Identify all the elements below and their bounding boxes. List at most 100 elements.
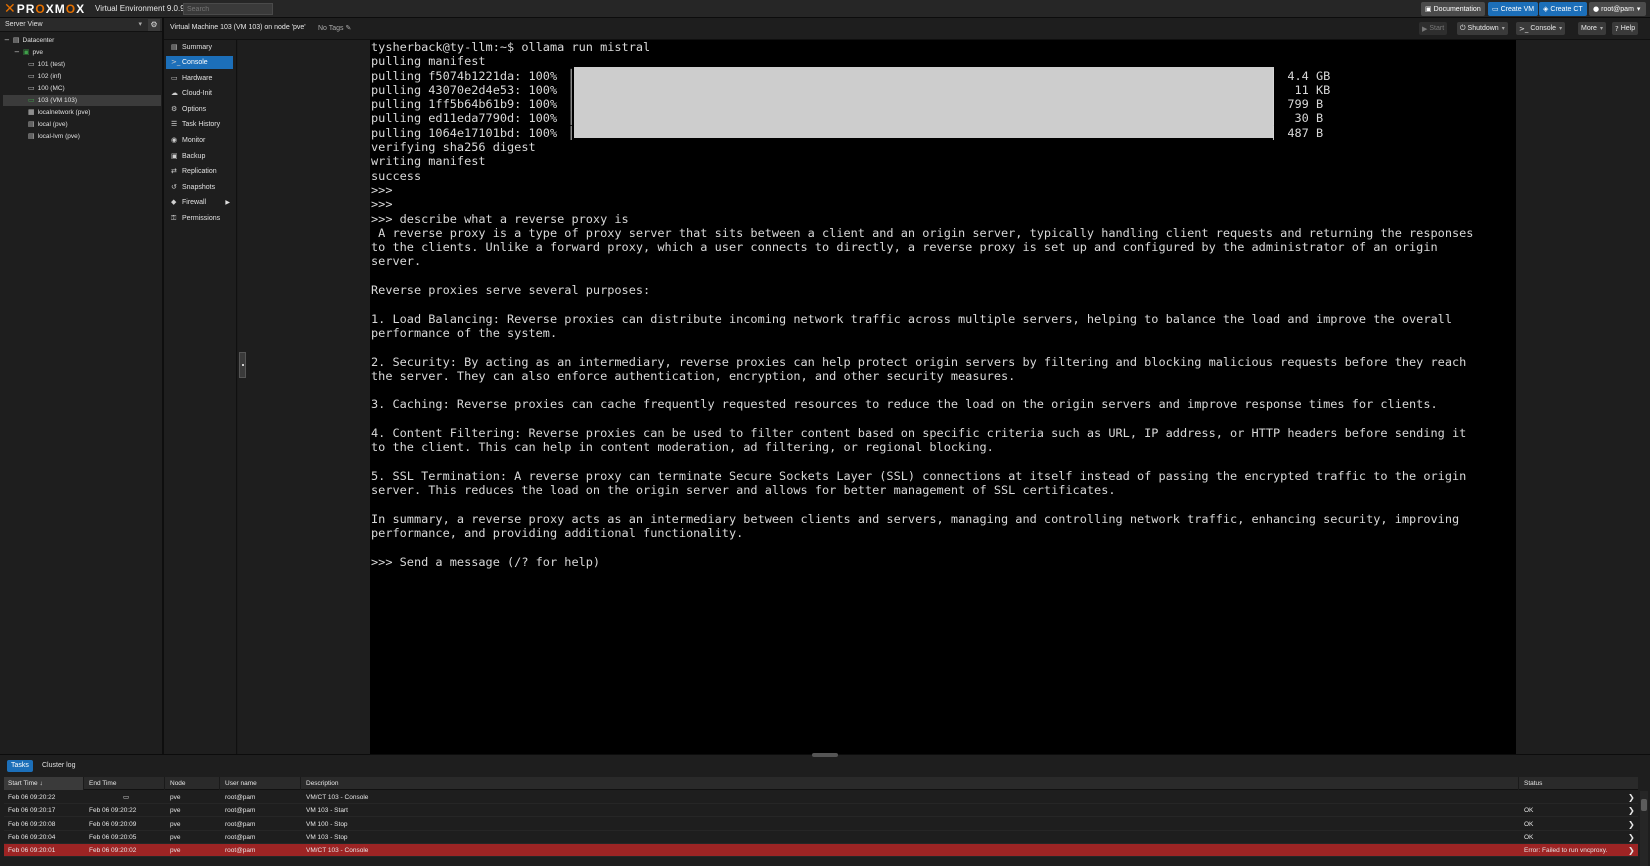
floppy-icon: ▣ xyxy=(171,152,178,160)
cell-desc: VM 103 - Start xyxy=(306,807,348,815)
menu-task-history[interactable]: ☰ Task History xyxy=(166,118,233,131)
tree-vm-101[interactable]: ▭ 101 (test) xyxy=(28,59,65,70)
proxmox-x-icon: ✕ xyxy=(4,1,16,17)
book-icon: ▣ xyxy=(1425,5,1432,13)
cell-end: Feb 06 09:20:09 xyxy=(89,820,137,828)
search-input[interactable] xyxy=(183,3,273,15)
eye-icon: ◉ xyxy=(171,136,178,144)
col-user-name[interactable]: User name xyxy=(221,777,301,790)
panel-resize-handle[interactable] xyxy=(812,753,838,757)
vm-icon: ▭ xyxy=(28,60,35,68)
gear-icon: ⚙ xyxy=(171,105,178,113)
table-row[interactable]: Feb 06 09:20:04 Feb 06 09:20:05 pve root@pa… xyxy=(4,831,1638,844)
book-icon: ▤ xyxy=(171,43,178,51)
tree-vm-102[interactable]: ▭ 102 (inf) xyxy=(28,71,61,82)
network-icon: ▦ xyxy=(28,108,35,116)
create-ct-button[interactable]: ◈ Create CT xyxy=(1539,2,1587,16)
terminal-output: tysherback@ty-llm:~$ ollama run mistral … xyxy=(371,40,1474,569)
help-button[interactable]: ? Help xyxy=(1612,22,1639,35)
tasks-scrollbar[interactable] xyxy=(1640,791,1648,866)
proxmox-logo[interactable]: ✕ PROXMOX xyxy=(4,2,85,16)
start-button[interactable]: ▶ Start xyxy=(1419,22,1448,35)
menu-firewall[interactable]: ◆ Firewall ▶ xyxy=(166,196,233,209)
tree-vm-103[interactable]: ▭ 103 (VM 103) xyxy=(3,95,161,106)
question-icon: ? xyxy=(1615,24,1619,33)
tab-cluster-log[interactable]: Cluster log xyxy=(38,760,79,772)
col-end-time[interactable]: End Time xyxy=(85,777,165,790)
view-selector[interactable]: Server View ▾ ⚙ xyxy=(0,18,162,32)
cloud-icon: ☁ xyxy=(171,89,178,97)
running-monitor-icon: ▭ xyxy=(123,793,130,801)
retweet-icon: ⇄ xyxy=(171,167,177,175)
cell-end: Feb 06 09:20:02 xyxy=(89,847,137,855)
tags-field[interactable]: No Tags ✎ xyxy=(318,24,351,32)
create-vm-button[interactable]: ▭ Create VM xyxy=(1488,2,1539,16)
menu-console[interactable]: >_ Console xyxy=(166,56,233,69)
chevron-right-icon[interactable]: ❯ xyxy=(1624,818,1635,831)
vm-icon: ▭ xyxy=(28,72,35,80)
chevron-right-icon[interactable]: ❯ xyxy=(1624,791,1635,804)
chevron-down-icon: ▾ xyxy=(1636,5,1641,13)
tree-datacenter[interactable]: − ▤ Datacenter xyxy=(4,35,54,46)
desktop-icon: ▭ xyxy=(171,74,178,82)
cell-desc: VM 103 - Stop xyxy=(306,833,348,841)
shutdown-button[interactable]: ⏻ Shutdown ▾ xyxy=(1457,22,1508,35)
play-icon: ▶ xyxy=(1422,24,1428,33)
chevron-down-icon: ▾ xyxy=(1559,25,1563,32)
cell-node: pve xyxy=(170,807,181,815)
menu-replication[interactable]: ⇄ Replication xyxy=(166,165,233,178)
cell-status: OK xyxy=(1524,820,1534,828)
menu-summary[interactable]: ▤ Summary xyxy=(166,41,233,54)
gear-icon[interactable]: ⚙ xyxy=(148,19,160,31)
tab-tasks[interactable]: Tasks xyxy=(7,760,33,772)
more-button[interactable]: More ▾ xyxy=(1578,22,1606,35)
col-start-time[interactable]: Start Time ↓ xyxy=(4,777,84,790)
server-icon: ▣ xyxy=(22,48,30,56)
console-side-panel xyxy=(238,40,370,754)
tree-node-pve[interactable]: − ▣ pve xyxy=(14,47,43,58)
terminal-icon: >_ xyxy=(171,58,181,66)
tree-vm-100[interactable]: ▭ 100 (MC) xyxy=(28,83,65,94)
collapse-handle[interactable] xyxy=(239,352,246,378)
menu-snapshots[interactable]: ↺ Snapshots xyxy=(166,181,233,194)
tree-storage-local-lvm[interactable]: ▤ local-lvm (pve) xyxy=(28,131,80,142)
tree-localnetwork[interactable]: ▦ localnetwork (pve) xyxy=(28,107,90,118)
terminal-icon: >_ xyxy=(1519,24,1529,33)
console-button[interactable]: >_ Console ▾ xyxy=(1516,22,1566,35)
list-icon: ☰ xyxy=(171,120,178,128)
version-label: Virtual Environment 9.0.9 xyxy=(95,4,185,13)
chevron-right-icon[interactable]: ❯ xyxy=(1624,831,1635,844)
monitor-icon: ▭ xyxy=(1492,5,1499,13)
menu-hardware[interactable]: ▭ Hardware xyxy=(166,72,233,85)
chevron-right-icon[interactable]: ❯ xyxy=(1624,844,1635,857)
cube-icon: ◈ xyxy=(1543,5,1549,13)
table-row[interactable]: Feb 06 09:20:22 ▭ pve root@pam VM/CT 103 - C… xyxy=(4,791,1638,804)
history-icon: ↺ xyxy=(171,183,177,191)
table-row[interactable]: Feb 06 09:20:17 Feb 06 09:20:22 pve root@pa… xyxy=(4,804,1638,818)
table-row[interactable]: Feb 06 09:20:01 Feb 06 09:20:02 pve root@pa… xyxy=(4,844,1638,858)
table-row[interactable]: Feb 06 09:20:08 Feb 06 09:20:09 pve root@pa… xyxy=(4,818,1638,831)
documentation-button[interactable]: ▣ Documentation xyxy=(1421,2,1485,16)
menu-backup[interactable]: ▣ Backup xyxy=(166,150,233,163)
user-menu-button[interactable]: ● root@pam ▾ xyxy=(1589,2,1647,16)
running-vm-icon: ▭ xyxy=(28,96,35,104)
tasks-table-header: Start Time ↓ End Time Node User name Des… xyxy=(4,777,1638,790)
tree-storage-local[interactable]: ▤ local (pve) xyxy=(28,119,68,130)
menu-permissions[interactable]: ⚿ Permissions xyxy=(166,212,233,225)
chevron-right-icon[interactable]: ❯ xyxy=(1624,804,1635,817)
console-right-margin xyxy=(1516,40,1650,754)
menu-cloud-init[interactable]: ☁ Cloud-Init xyxy=(166,87,233,100)
cell-node: pve xyxy=(170,847,181,855)
vm-console[interactable]: tysherback@ty-llm:~$ ollama run mistral … xyxy=(370,40,1516,754)
cell-desc: VM/CT 103 - Console xyxy=(306,794,369,801)
cell-start: Feb 06 09:20:08 xyxy=(8,820,56,828)
cell-user: root@pam xyxy=(225,833,256,841)
cell-node: pve xyxy=(170,794,181,801)
menu-options[interactable]: ⚙ Options xyxy=(166,103,233,116)
col-status[interactable]: Status xyxy=(1520,777,1638,790)
cell-status: OK xyxy=(1524,833,1534,841)
menu-monitor[interactable]: ◉ Monitor xyxy=(166,134,233,147)
col-node[interactable]: Node xyxy=(166,777,220,790)
col-description[interactable]: Description xyxy=(302,777,1519,790)
cell-node: pve xyxy=(170,820,181,828)
